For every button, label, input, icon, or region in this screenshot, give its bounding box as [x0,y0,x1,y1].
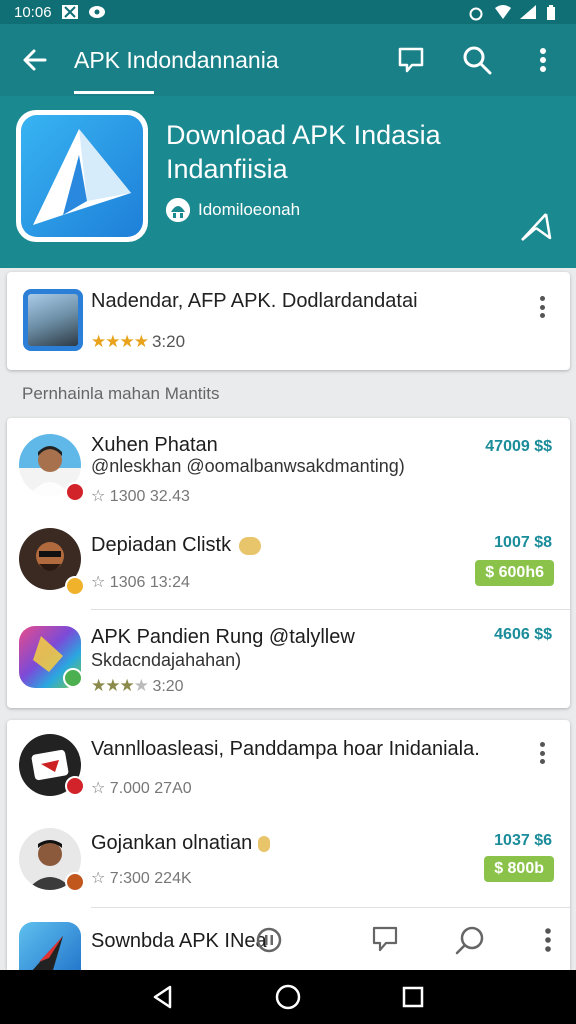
item-meta: ☆ 1306 13:24 [91,574,190,591]
section-label: Pernhainla mahan Mantits [22,384,220,403]
chat-button[interactable] [378,24,444,96]
signal-icon [520,5,536,19]
item-more-icon[interactable] [532,740,552,766]
list-item[interactable]: APK Pandien Rung @talyllew Skdacndajahah… [7,610,570,708]
featured-card[interactable]: Nadendar, AFP APK. Dodlardandatai ★★★★ 3… [7,272,570,370]
emoji-icon [257,835,270,852]
rating-value: 3:20 [152,678,184,695]
list-item[interactable]: Gojankan olnatian ☆ 7:300 224K 1037 $6 $… [7,816,570,908]
nav-home-button[interactable] [258,970,318,1024]
item-name: Vannlloasleasi, Panddampa hoar Inidanial… [91,738,480,760]
pause-button[interactable] [254,915,284,965]
item-meta: ★★★★ 3:20 [91,676,184,696]
nav-recents-button[interactable] [383,970,443,1024]
rating-value: 3:20 [151,332,186,351]
featured-more-icon[interactable] [532,294,552,320]
status-bar: 10:06 [0,0,576,24]
search-icon [455,926,484,955]
nav-recents-icon [403,986,424,1008]
share-button[interactable] [516,206,556,246]
featured-rating: ★★★★ 3:20 [91,332,185,352]
rating-stars-empty: ★ [133,676,149,695]
wifi-icon [494,5,511,19]
app-bar: APK Indondannania [0,24,576,96]
nav-back-button[interactable] [133,970,193,1024]
price-button[interactable]: $ 800b [484,856,554,882]
app-title: Download APK Indasia Indanfiisia [166,120,441,184]
comment-icon [372,926,398,952]
list-item[interactable]: Depiadan Clistk ☆ 1306 13:24 1007 $8 $ 6… [7,514,570,610]
nav-home-icon [275,984,301,1010]
notification-x-icon [61,5,78,19]
list-item[interactable]: Xuhen Phatan @nleskhan @oomalbanwsakdman… [7,418,570,514]
item-name-text: Depiadan Clistk [91,534,232,556]
pause-icon [256,927,282,953]
featured-title: Nadendar, AFP APK. Dodlardandatai [91,290,418,312]
item-meta: ☆ 1300 32.43 [91,488,190,505]
item-name: Sownbda APK INea [91,930,267,952]
alarm-icon [468,5,484,21]
developer-row[interactable]: Idomiloeonah [166,198,300,222]
system-nav-bar [0,970,576,1024]
verified-badge-icon [65,776,85,796]
developer-name: Idomiloeonah [198,200,301,219]
app-logo-icon [16,110,148,242]
price-button[interactable]: $ 600h6 [475,560,554,586]
emoji-icon [238,536,261,555]
item-subtitle: Skdacndajahahan) [91,650,242,670]
comment-button[interactable] [350,915,420,965]
search-button[interactable] [444,24,510,96]
more-vert-icon [540,48,546,72]
rating-stars: ★★★ [91,676,135,695]
item-count: 4606 $$ [494,626,552,643]
verified-badge-icon [63,668,83,688]
verified-badge-icon [65,482,85,502]
battery-icon [546,5,562,20]
arrow-left-icon [23,49,47,71]
item-name-text: Gojankan olnatian [91,832,253,854]
item-name: APK Pandien Rung @talyllew [91,626,355,648]
item-meta: ☆ 7.000 27A0 [91,780,192,797]
item-count: 1007 $8 [494,534,552,551]
developer-icon [166,198,190,222]
back-button[interactable] [0,24,70,96]
item-more-icon[interactable] [520,915,576,965]
search-icon [463,46,492,75]
verified-badge-icon [65,872,85,892]
featured-thumbnail [23,289,83,351]
nav-back-icon [153,985,171,1009]
item-count: 47009 $$ [485,438,552,455]
row-actions [254,915,576,965]
notification-bubble-icon [88,5,105,19]
more-options-button[interactable] [510,24,576,96]
tab-title[interactable]: APK Indondannania [70,24,283,96]
item-name: Gojankan olnatian [91,832,270,855]
item-name: Xuhen Phatan [91,434,218,456]
list-item[interactable]: Vannlloasleasi, Panddampa hoar Inidanial… [7,720,570,816]
rating-stars: ★★★★ [91,332,149,351]
search-row-button[interactable] [420,915,520,965]
status-time: 10:06 [14,3,52,21]
share-icon [521,213,552,241]
item-meta: ☆ 7:300 224K [91,870,192,887]
item-count: 1037 $6 [494,832,552,849]
verified-badge-icon [65,576,85,596]
app-header: Download APK Indasia Indanfiisia Idomilo… [0,96,576,268]
item-handle: @nleskhan @oomalbanwsakdmanting) [91,456,405,476]
chat-icon [398,47,424,73]
item-name: Depiadan Clistk [91,534,261,557]
list-card: Xuhen Phatan @nleskhan @oomalbanwsakdman… [7,418,570,708]
